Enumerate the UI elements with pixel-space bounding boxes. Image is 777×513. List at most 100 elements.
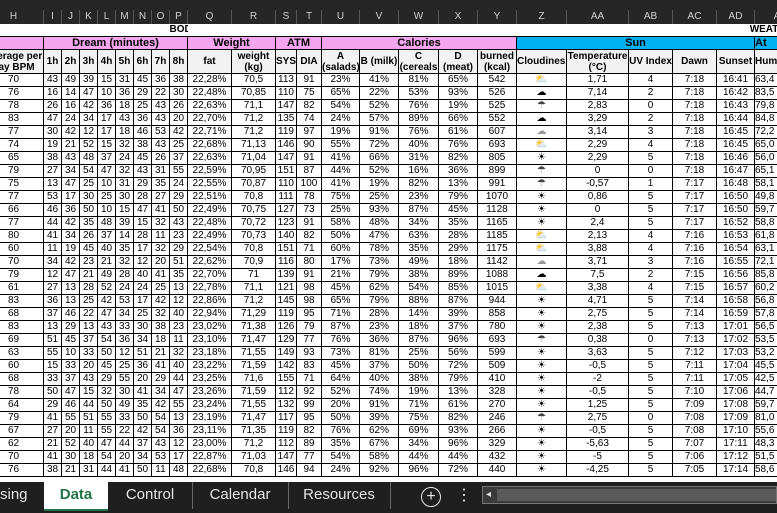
cell[interactable]: 50 [97,398,116,412]
cell[interactable]: 78% [359,242,399,256]
cell[interactable]: 30 [133,320,152,334]
cell[interactable]: 3,63 [566,346,629,360]
cloudiness-cell[interactable]: ⛅ [516,229,567,243]
cell[interactable]: 44% [398,450,439,464]
cell[interactable]: 43 [133,164,152,178]
cell[interactable]: 45,5 [754,359,777,373]
cell[interactable]: 44% [321,164,360,178]
cell[interactable]: 23,26% [187,385,232,399]
sheet-tab-calendar[interactable]: Calendar [192,482,289,509]
cell[interactable]: 7:17 [672,190,717,204]
cell[interactable]: 7:05 [672,463,717,477]
cell[interactable]: 5 [628,346,673,360]
cell[interactable]: 54 [97,450,116,464]
cell[interactable]: 0 [628,333,673,347]
cloudiness-cell[interactable]: ☁ [516,255,567,269]
cell[interactable]: 22,49% [187,203,232,217]
cell[interactable]: 15 [133,216,152,230]
cell[interactable]: 92% [359,463,399,477]
cell[interactable]: 71,59 [231,359,276,373]
cell[interactable]: 45% [321,359,360,373]
cell[interactable]: 4,71 [566,294,629,308]
cell[interactable]: 11 [169,333,188,347]
cell[interactable]: 55 [43,346,62,360]
cell[interactable]: 17:04 [716,359,755,373]
cell[interactable]: 34 [61,229,80,243]
cell[interactable]: 28 [133,229,152,243]
cell[interactable]: 32 [97,385,116,399]
cell[interactable]: 270 [477,398,517,412]
cell[interactable]: 13 [169,411,188,425]
cell[interactable]: 61 [0,281,44,295]
cell[interactable]: 7:17 [672,216,717,230]
cell[interactable]: 23,00% [187,437,232,451]
cell[interactable]: 16:46 [716,151,755,165]
cell[interactable]: 17 [133,294,152,308]
cell[interactable]: 22,51% [187,190,232,204]
cell[interactable]: 944 [477,294,517,308]
cell[interactable]: 21 [61,463,80,477]
cell[interactable]: 100 [296,177,322,191]
cell[interactable]: 3 [628,255,673,269]
cell[interactable]: 76 [0,463,44,477]
cell[interactable]: 22,87% [187,450,232,464]
cell[interactable]: 24 [115,281,134,295]
cell[interactable]: 4 [628,73,673,87]
cell[interactable]: 5 [628,294,673,308]
cell[interactable]: 56,8 [754,294,777,308]
cell[interactable]: 16:41 [716,73,755,87]
cell[interactable]: 45 [79,242,98,256]
column-letter-j[interactable]: J [61,10,79,24]
cell[interactable]: 49 [97,268,116,282]
cell[interactable]: 26 [79,229,98,243]
cell[interactable]: 40 [79,437,98,451]
cloudiness-cell[interactable]: ⛅ [516,73,567,87]
cell[interactable]: 24 [133,281,152,295]
cell[interactable]: 82 [296,424,322,438]
cell[interactable]: 82% [398,177,439,191]
cell[interactable]: 55 [97,424,116,438]
cell[interactable]: 72% [359,138,399,152]
cell[interactable]: 76% [438,138,478,152]
cell[interactable]: 73 [296,203,322,217]
column-letter-v[interactable]: V [359,10,398,24]
cell[interactable]: 37 [97,151,116,165]
cell[interactable]: 36% [438,164,478,178]
cell[interactable]: 47 [61,268,80,282]
cell[interactable]: 47 [97,307,116,321]
cell[interactable]: 87% [398,203,439,217]
cell[interactable]: 23 [169,320,188,334]
sheet-tab-resources[interactable]: Resources [288,482,391,509]
cell[interactable]: 30 [61,450,80,464]
cell[interactable]: 43 [151,112,170,126]
cell[interactable]: 10 [61,346,80,360]
cell[interactable]: 121 [275,281,297,295]
cell[interactable]: 72% [438,463,478,477]
cell[interactable]: 29 [151,372,170,386]
cell[interactable]: 509 [477,359,517,373]
cell[interactable]: 0 [566,164,629,178]
cloudiness-cell[interactable]: ☀ [516,463,567,477]
cell[interactable]: 5 [628,359,673,373]
cell[interactable]: 42 [169,125,188,139]
cell[interactable]: 151 [275,242,297,256]
cell[interactable]: 49 [61,73,80,87]
cell[interactable]: 65% [321,294,360,308]
cloudiness-cell[interactable]: ☀ [516,437,567,451]
cell[interactable]: 10 [97,177,116,191]
cell[interactable]: 89 [296,437,322,451]
cell[interactable]: 37 [97,229,116,243]
column-letter-h[interactable]: H [0,10,43,24]
cell[interactable]: 45 [133,151,152,165]
column-letter-r[interactable]: R [231,10,275,24]
cell[interactable]: 50 [133,411,152,425]
cell[interactable]: 35 [133,398,152,412]
cell[interactable]: 20 [61,424,80,438]
cell[interactable]: 43 [151,99,170,113]
cell[interactable]: 44 [43,216,62,230]
cell[interactable]: 17:05 [716,372,755,386]
cell[interactable]: 90 [296,138,322,152]
cell[interactable]: 33 [61,359,80,373]
cell[interactable]: 5 [628,307,673,321]
cell[interactable]: 17:09 [716,411,755,425]
